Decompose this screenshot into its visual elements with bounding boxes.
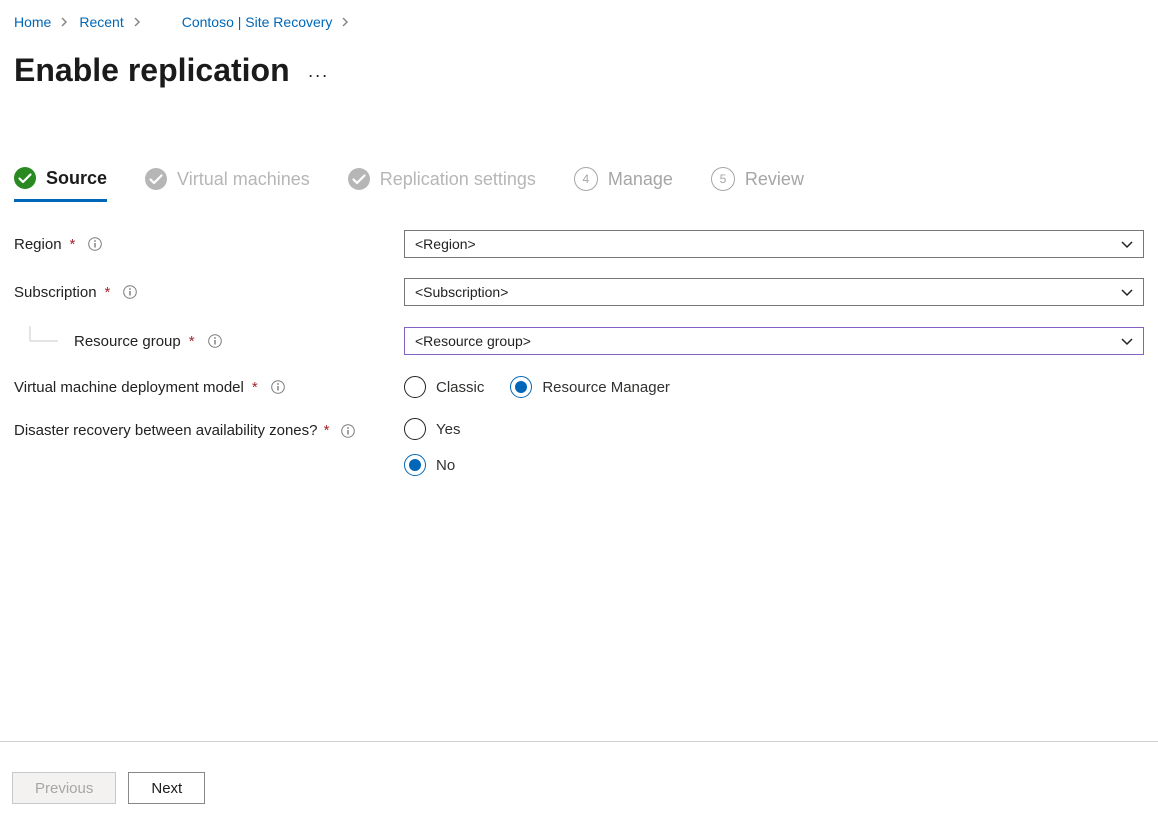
tab-review[interactable]: 5 Review [711,167,804,201]
breadcrumb: Home Recent Contoso | Site Recovery [14,14,1144,30]
tab-manage[interactable]: 4 Manage [574,167,673,201]
dropdown-value: <Resource group> [415,333,531,349]
dropdown-value: <Region> [415,236,476,252]
radio-label: No [436,457,455,474]
info-icon[interactable] [87,236,103,252]
radio-label: Classic [436,379,484,396]
check-circle-icon [145,168,167,190]
subscription-dropdown[interactable]: <Subscription> [404,278,1144,306]
radio-icon [404,418,426,440]
label-dr-zones: Disaster recovery between availability z… [14,418,404,443]
next-button[interactable]: Next [128,772,205,804]
label-text: Subscription [14,284,97,301]
radio-dr-yes[interactable]: Yes [404,418,460,440]
dr-zones-radio-group: Yes No [404,418,1144,476]
tab-label: Virtual machines [177,169,310,190]
chevron-right-icon [61,14,69,30]
required-indicator: * [324,422,330,439]
page-title: Enable replication [14,52,290,89]
label-subscription: Subscription * [14,284,404,301]
chevron-down-icon [1121,333,1133,349]
required-indicator: * [105,284,111,301]
footer: Previous Next [12,772,205,804]
check-circle-icon [14,167,36,189]
radio-classic[interactable]: Classic [404,376,484,398]
previous-button: Previous [12,772,116,804]
tab-replication-settings[interactable]: Replication settings [348,168,536,200]
radio-label: Resource Manager [542,379,670,396]
radio-dr-no[interactable]: No [404,454,455,476]
radio-label: Yes [436,421,460,438]
required-indicator: * [70,236,76,253]
step-number-icon: 5 [711,167,735,191]
tab-label: Manage [608,169,673,190]
label-text: Disaster recovery between availability z… [14,422,317,439]
tab-virtual-machines[interactable]: Virtual machines [145,168,310,200]
label-deployment-model: Virtual machine deployment model * [14,379,404,396]
required-indicator: * [252,379,258,396]
label-text: Resource group [74,333,181,350]
info-icon[interactable] [207,333,223,349]
footer-separator [0,741,1158,742]
label-resource-group: Resource group * [14,326,404,356]
tab-label: Source [46,168,107,189]
info-icon[interactable] [340,423,356,439]
label-region: Region * [14,236,404,253]
info-icon[interactable] [270,379,286,395]
chevron-down-icon [1121,284,1133,300]
tab-label: Review [745,169,804,190]
label-text: Region [14,236,62,253]
tab-label: Replication settings [380,169,536,190]
step-number-icon: 4 [574,167,598,191]
radio-icon [404,454,426,476]
radio-icon [404,376,426,398]
wizard-tabs: Source Virtual machines Replication sett… [14,167,1144,202]
required-indicator: * [189,333,195,350]
radio-resource-manager[interactable]: Resource Manager [510,376,670,398]
breadcrumb-contoso-site-recovery[interactable]: Contoso | Site Recovery [182,14,333,30]
tab-source[interactable]: Source [14,167,107,202]
radio-icon [510,376,532,398]
tree-connector-icon [14,326,62,356]
info-icon[interactable] [122,284,138,300]
chevron-right-icon [342,14,350,30]
label-text: Virtual machine deployment model [14,379,244,396]
check-circle-icon [348,168,370,190]
region-dropdown[interactable]: <Region> [404,230,1144,258]
dropdown-value: <Subscription> [415,284,508,300]
resource-group-dropdown[interactable]: <Resource group> [404,327,1144,355]
breadcrumb-recent[interactable]: Recent [79,14,123,30]
breadcrumb-home[interactable]: Home [14,14,51,30]
more-actions-button[interactable]: ··· [308,55,329,86]
chevron-down-icon [1121,236,1133,252]
chevron-right-icon [134,14,142,30]
deployment-model-radio-group: Classic Resource Manager [404,376,1144,398]
